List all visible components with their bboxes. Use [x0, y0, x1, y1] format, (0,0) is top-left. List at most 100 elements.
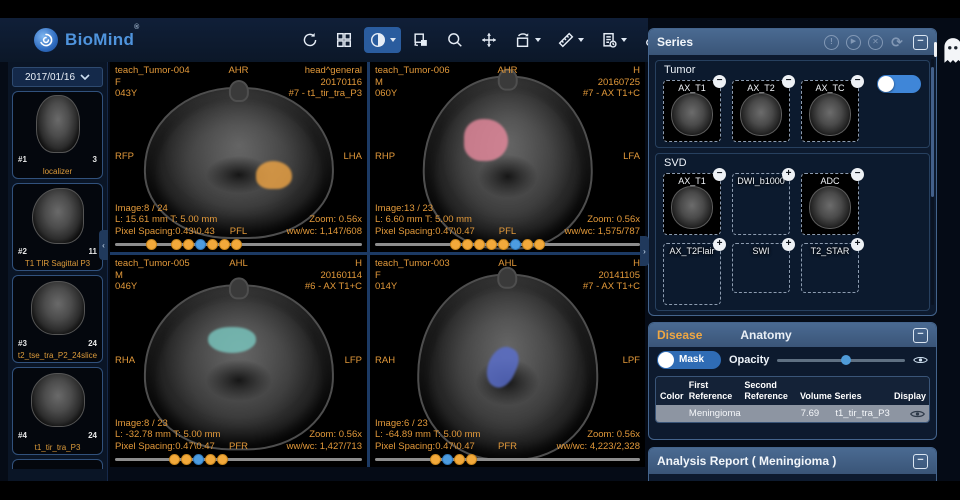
panel-scrollbar[interactable]: [931, 59, 934, 305]
close-circle-icon[interactable]: ✕: [868, 35, 883, 50]
magnify-icon[interactable]: [441, 27, 469, 53]
contrast-icon[interactable]: [364, 27, 401, 53]
series-item-ax-t1[interactable]: AX_T1 −: [663, 173, 721, 235]
slice-dot[interactable]: [486, 239, 497, 250]
chevron-down-icon: [535, 38, 541, 42]
slice-dot[interactable]: [146, 239, 157, 250]
slice-track[interactable]: [115, 458, 362, 461]
slice-dot[interactable]: [217, 454, 228, 465]
slice-dot[interactable]: [169, 454, 180, 465]
series-thumbnail-t1-axial[interactable]: #4 24 t1_tir_tra_P3: [12, 367, 103, 455]
brand-name: BioMind®: [65, 30, 140, 50]
opacity-slider[interactable]: [777, 355, 905, 365]
tumor-group-toggle[interactable]: [877, 75, 921, 93]
play-circle-icon[interactable]: ▶: [846, 35, 861, 50]
remove-badge[interactable]: −: [851, 75, 864, 88]
viewport-grid: teach_Tumor-004F043Y AHR head^general201…: [110, 62, 645, 467]
annotation-icon[interactable]: [595, 27, 632, 53]
series-item-ax-t2[interactable]: AX_T2 −: [732, 80, 790, 142]
mask-opacity-row: Mask Opacity: [649, 347, 936, 373]
slice-scrollbar[interactable]: [115, 453, 362, 465]
thumb-index: #2: [18, 247, 27, 256]
series-item-dwi-b1000[interactable]: DWI_b1000 +: [732, 173, 790, 235]
panel-collapse-handle[interactable]: ›: [640, 236, 649, 266]
slice-dot[interactable]: [430, 454, 441, 465]
slice-dot[interactable]: [498, 239, 509, 250]
series-item-adc[interactable]: ADC −: [801, 173, 859, 235]
slice-dots: [450, 239, 545, 250]
series-item-ax-t1[interactable]: AX_T1 −: [663, 80, 721, 142]
series-item-ax-tc[interactable]: AX_TC −: [801, 80, 859, 142]
collapse-disease-button[interactable]: −: [913, 328, 928, 343]
slice-dot[interactable]: [219, 239, 230, 250]
analysis-report-header: Analysis Report ( Meningioma ) −: [649, 448, 936, 474]
add-badge[interactable]: +: [782, 238, 795, 251]
slice-track[interactable]: [375, 458, 640, 461]
remove-badge[interactable]: −: [782, 75, 795, 88]
slice-dot[interactable]: [510, 239, 521, 250]
registered-mark: ®: [134, 24, 139, 31]
opacity-slider-thumb[interactable]: [841, 355, 851, 365]
slice-dot[interactable]: [534, 239, 545, 250]
series-thumbnail-partial[interactable]: [12, 459, 103, 469]
slice-scrollbar[interactable]: [375, 453, 640, 465]
visibility-eye-icon[interactable]: [913, 355, 928, 365]
viewport-4[interactable]: teach_Tumor-003F014Y AHL H20141105#7 - A…: [370, 255, 645, 467]
refresh-icon[interactable]: ⟳: [890, 35, 904, 50]
biomind-logo-icon: [34, 28, 58, 52]
remove-badge[interactable]: −: [713, 168, 726, 181]
slice-dot[interactable]: [193, 454, 204, 465]
study-date-selector[interactable]: 2017/01/16: [12, 67, 103, 87]
remove-badge[interactable]: −: [713, 75, 726, 88]
series-item-t2-star[interactable]: T2_STAR +: [801, 243, 859, 293]
slice-dot[interactable]: [454, 454, 465, 465]
slice-scrollbar[interactable]: [375, 238, 640, 250]
info-circle-icon[interactable]: !: [824, 35, 839, 50]
viewport-3[interactable]: teach_Tumor-005M046Y AHL H20160114#6 - A…: [110, 255, 367, 467]
slice-dot[interactable]: [205, 454, 216, 465]
slice-dot[interactable]: [450, 239, 461, 250]
refresh-icon[interactable]: [296, 27, 324, 53]
collapse-series-button[interactable]: −: [913, 35, 928, 50]
layout-grid-icon[interactable]: [330, 27, 358, 53]
collapse-report-button[interactable]: −: [913, 454, 928, 469]
mask-toggle[interactable]: Mask: [657, 351, 721, 369]
slice-dot[interactable]: [207, 239, 218, 250]
tab-anatomy[interactable]: Anatomy: [740, 328, 791, 342]
viewport-1[interactable]: teach_Tumor-004F043Y AHR head^general201…: [110, 62, 367, 252]
series-thumbnail-t2-axial[interactable]: #3 24 t2_tse_tra_P2_24slice: [12, 275, 103, 363]
thumb-label: localizer: [13, 167, 102, 176]
tab-disease[interactable]: Disease: [657, 328, 702, 342]
series-item-swi[interactable]: SWI +: [732, 243, 790, 293]
slice-dot[interactable]: [171, 239, 182, 250]
ghost-assistant-icon[interactable]: [940, 36, 960, 66]
slice-dot[interactable]: [522, 239, 533, 250]
slice-dot[interactable]: [462, 239, 473, 250]
display-eye-icon[interactable]: [895, 409, 925, 419]
remove-badge[interactable]: −: [851, 168, 864, 181]
pan-icon[interactable]: [475, 27, 503, 53]
add-badge[interactable]: +: [713, 238, 726, 251]
add-badge[interactable]: +: [851, 238, 864, 251]
slice-dot[interactable]: [466, 454, 477, 465]
table-row-meningioma[interactable]: Meningioma 7.69 t1_tir_tra_P3: [656, 405, 929, 422]
sidebar-collapse-handle[interactable]: ‹: [99, 230, 108, 260]
swap-series-icon[interactable]: [407, 27, 435, 53]
orientation-right: LHA: [344, 151, 362, 163]
slice-dot[interactable]: [442, 454, 453, 465]
disease-panel: Disease Anatomy − Mask Opacity Color Fir…: [648, 322, 937, 440]
series-thumbnail-localizer[interactable]: #1 3 localizer: [12, 91, 103, 179]
slice-dot[interactable]: [231, 239, 242, 250]
viewport-2[interactable]: teach_Tumor-006M060Y AHR H20160725#7 - A…: [370, 62, 645, 252]
slice-dot[interactable]: [195, 239, 206, 250]
slice-dot[interactable]: [474, 239, 485, 250]
slice-dot[interactable]: [183, 239, 194, 250]
slice-scrollbar[interactable]: [115, 238, 362, 250]
thumb-count: 11: [89, 247, 97, 256]
series-item-ax-t2flair[interactable]: AX_T2Flair +: [663, 243, 721, 305]
measure-icon[interactable]: [552, 27, 589, 53]
series-thumbnail-t1-sagittal[interactable]: #2 11 T1 TIR Sagittal P3: [12, 183, 103, 271]
add-badge[interactable]: +: [782, 168, 795, 181]
slice-dot[interactable]: [181, 454, 192, 465]
rotate-icon[interactable]: [509, 27, 546, 53]
